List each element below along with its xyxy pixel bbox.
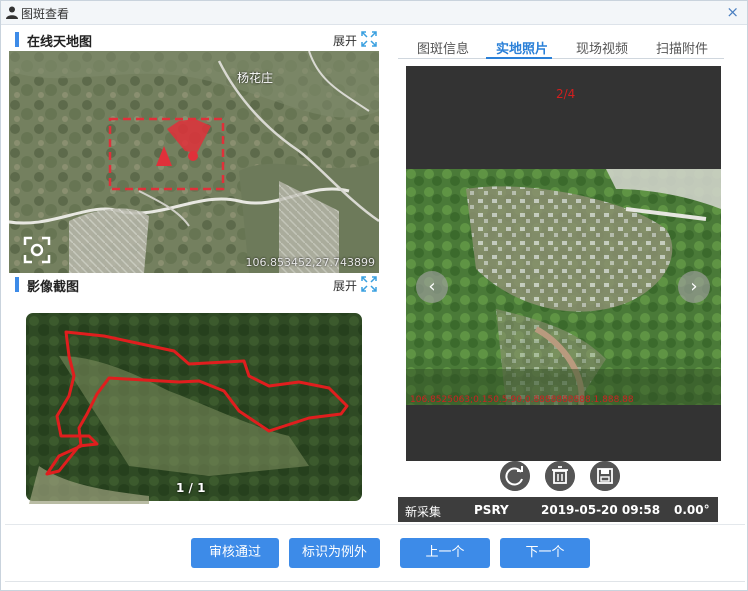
- save-icon[interactable]: [590, 461, 620, 491]
- photo-timestamp: 2019-05-20 09:58: [541, 503, 661, 517]
- online-map-title: 在线天地图: [27, 35, 93, 50]
- window-title: 图斑查看: [21, 7, 70, 21]
- prev-photo-button[interactable]: ‹: [416, 271, 448, 303]
- previous-button[interactable]: 上一个: [400, 538, 490, 568]
- online-map-expand-button[interactable]: 展开: [333, 32, 357, 49]
- photo-viewer: 2/4 ‹ › 106.8525063;0.150.5:90.0.8888888…: [406, 66, 721, 461]
- online-map-header: 在线天地图 展开: [9, 29, 379, 51]
- close-icon[interactable]: ×: [726, 3, 739, 21]
- image-crop-header: 影像截图 展开: [9, 274, 379, 296]
- rotate-icon[interactable]: [500, 461, 530, 491]
- chevron-right-icon: ›: [690, 276, 698, 297]
- crop-page-indicator: 1 / 1: [176, 481, 206, 495]
- user-icon: [6, 6, 18, 19]
- tab-parcel-info[interactable]: 图斑信息: [417, 38, 469, 57]
- next-photo-button[interactable]: ›: [678, 271, 710, 303]
- image-crop-expand-button[interactable]: 展开: [333, 277, 357, 294]
- tab-bar: 图斑信息 实地照片 现场视频 扫描附件: [398, 29, 724, 59]
- section-marker: [15, 277, 19, 292]
- active-tab-indicator: [486, 57, 552, 59]
- photo-counter: 2/4: [556, 87, 576, 101]
- image-crop[interactable]: 1 / 1: [9, 296, 379, 518]
- photo-watermark-text: 106.8525063;0.150.5:90.0.8888888888.1.88…: [410, 395, 634, 405]
- photo-code: PSRY: [474, 503, 509, 517]
- image-crop-title: 影像截图: [27, 280, 80, 295]
- field-photo[interactable]: [406, 169, 721, 405]
- tab-scanned-attachments[interactable]: 扫描附件: [656, 38, 708, 57]
- chevron-left-icon: ‹: [428, 276, 436, 297]
- left-panel: 在线天地图 展开 杨花庄 106.853452,27.743899 影像截图 展…: [9, 29, 379, 519]
- photo-status: 新采集: [405, 505, 442, 519]
- photo-info-bar: 新采集 PSRY 2019-05-20 09:58 0.00°: [398, 497, 718, 522]
- locate-icon[interactable]: [22, 235, 52, 265]
- trash-icon[interactable]: [545, 461, 575, 491]
- satellite-map-image: [9, 51, 379, 273]
- place-label: 杨花庄: [237, 71, 274, 85]
- next-button[interactable]: 下一个: [500, 538, 590, 568]
- photo-location-marker: [188, 151, 198, 161]
- photo-angle: 0.00°: [674, 503, 710, 517]
- photo-actions: [498, 461, 628, 495]
- online-map[interactable]: 杨花庄 106.853452,27.743899: [9, 51, 379, 273]
- approve-button[interactable]: 审核通过: [191, 538, 279, 568]
- expand-arrows-icon[interactable]: [361, 31, 377, 47]
- right-panel: 图斑信息 实地照片 现场视频 扫描附件 2/4 ‹ › 106.8525063;…: [398, 29, 728, 524]
- divider: [5, 581, 745, 582]
- mark-exception-button[interactable]: 标识为例外: [289, 538, 380, 568]
- section-marker: [15, 32, 19, 47]
- bottom-toolbar: 审核通过 标识为例外 上一个 下一个: [5, 524, 745, 584]
- tab-field-photos[interactable]: 实地照片: [496, 38, 548, 57]
- map-coordinates: 106.853452,27.743899: [245, 256, 375, 269]
- dialog-window: 图斑查看 × 在线天地图 展开 杨花庄 106.853452,27.743899…: [0, 0, 748, 591]
- tab-site-video[interactable]: 现场视频: [576, 38, 628, 57]
- expand-arrows-icon[interactable]: [361, 276, 377, 292]
- title-bar: 图斑查看 ×: [1, 1, 747, 25]
